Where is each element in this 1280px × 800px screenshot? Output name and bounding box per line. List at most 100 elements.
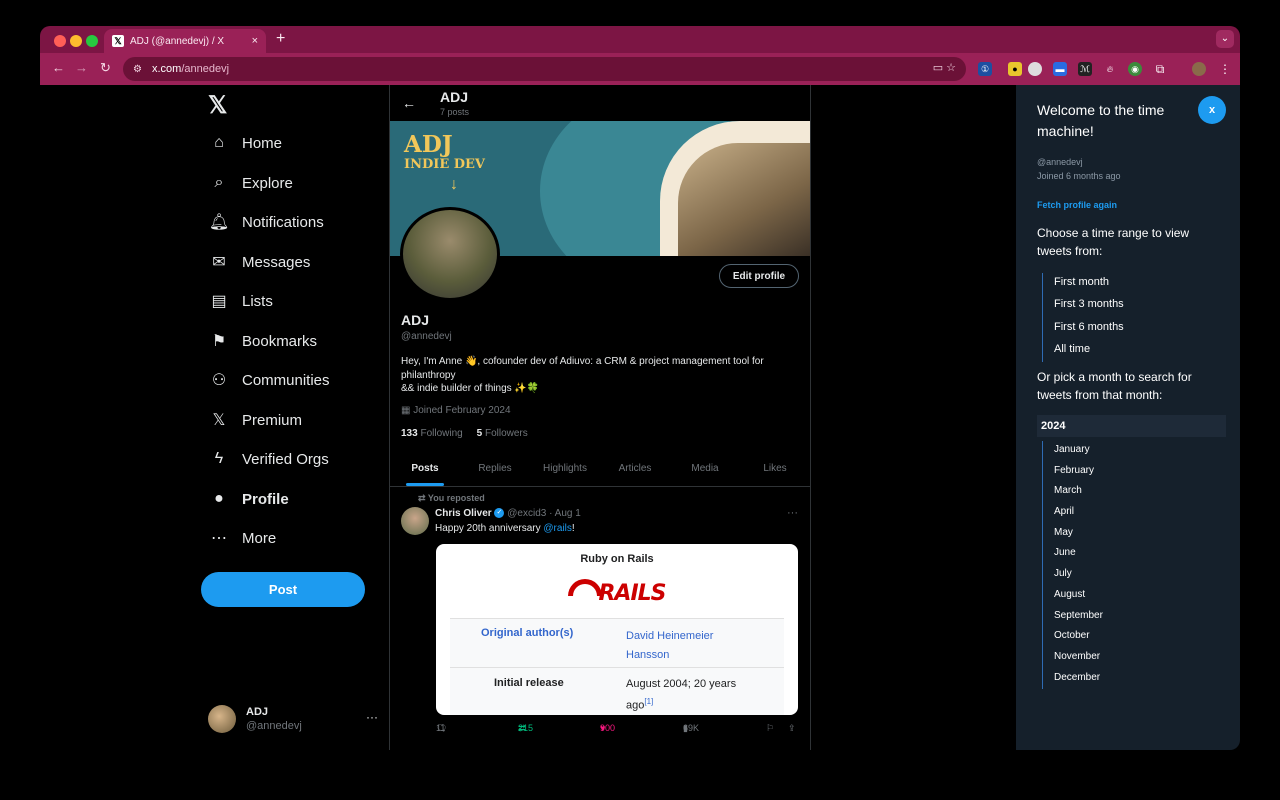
extension-icon[interactable]: ● bbox=[1008, 62, 1022, 76]
range-option[interactable]: First month bbox=[1054, 273, 1124, 295]
tab-search-chevron-icon[interactable]: ⌄ bbox=[1216, 30, 1234, 48]
browser-profile-avatar[interactable] bbox=[1192, 62, 1206, 76]
month-option[interactable]: February bbox=[1054, 462, 1103, 483]
close-window-button[interactable] bbox=[54, 35, 66, 47]
fetch-profile-link[interactable]: Fetch profile again bbox=[1037, 200, 1117, 210]
mention-link[interactable]: @rails bbox=[543, 523, 572, 534]
back-arrow-icon[interactable]: ← bbox=[52, 60, 65, 75]
url-path: /annedevj bbox=[181, 63, 230, 75]
envelope-icon: ✉ bbox=[212, 254, 226, 271]
nav-messages[interactable]: ✉ Messages bbox=[208, 247, 310, 277]
month-list: January February March April May June Ju… bbox=[1042, 441, 1103, 690]
nav-label: Home bbox=[242, 134, 283, 152]
view-count: 69K bbox=[683, 723, 700, 733]
bell-icon: 🔔︎ bbox=[208, 214, 230, 231]
nav-profile[interactable]: ● Profile bbox=[208, 484, 289, 514]
page-content: 𝕏 ⌂ Home ⌕ Explore 🔔︎ Notifications ✉ Messag… bbox=[40, 85, 1240, 750]
browser-window: 𝕏 ADJ (@annedevj) / X × + ⌄ ← → ↻ ⚙ x.co… bbox=[40, 26, 1240, 750]
month-option[interactable]: November bbox=[1054, 648, 1103, 669]
repost-label: You reposted bbox=[427, 493, 485, 503]
month-option[interactable]: December bbox=[1054, 669, 1103, 690]
tweet-author-avatar[interactable] bbox=[401, 507, 429, 535]
profile-avatar[interactable] bbox=[400, 207, 500, 301]
reload-icon[interactable]: ↻ bbox=[100, 60, 111, 76]
address-bar[interactable]: ⚙ x.com/annedevj ▭ ☆ bbox=[123, 57, 966, 81]
tweet-author-handle[interactable]: @excid3 bbox=[507, 508, 546, 519]
tweet-image-card[interactable]: Ruby on Rails RAILS Original author(s) D… bbox=[436, 544, 798, 715]
back-arrow-icon[interactable]: ← bbox=[402, 95, 416, 111]
range-option[interactable]: First 3 months bbox=[1054, 295, 1124, 317]
month-option[interactable]: March bbox=[1054, 482, 1103, 503]
tab-media[interactable]: Media bbox=[670, 455, 740, 486]
tweet-more-icon[interactable]: ··· bbox=[787, 507, 798, 519]
browser-tab[interactable]: 𝕏 ADJ (@annedevj) / X × bbox=[104, 29, 266, 53]
post-button[interactable]: Post bbox=[201, 572, 365, 607]
tab-replies[interactable]: Replies bbox=[460, 455, 530, 486]
extension-blue-icon[interactable]: ▬ bbox=[1053, 62, 1067, 76]
month-option[interactable]: July bbox=[1054, 565, 1103, 586]
year-header[interactable]: 2024 bbox=[1037, 415, 1226, 437]
banner-arrow-icon: ↓ bbox=[450, 176, 458, 193]
ellipsis-icon[interactable]: ··· bbox=[366, 710, 378, 724]
share-icon[interactable]: ⇪ bbox=[788, 723, 796, 734]
search-icon: ⌕ bbox=[214, 174, 224, 191]
card-row-value: David Heinemeier Hansson bbox=[626, 630, 714, 661]
tweet-text-after: ! bbox=[571, 523, 575, 534]
month-option[interactable]: October bbox=[1054, 627, 1103, 648]
range-option[interactable]: First 6 months bbox=[1054, 318, 1124, 340]
forward-arrow-icon[interactable]: → bbox=[75, 60, 88, 75]
tab-bar: 𝕏 ADJ (@annedevj) / X × + ⌄ bbox=[40, 26, 1240, 53]
account-switcher[interactable]: ADJ @annedevj ··· bbox=[208, 705, 378, 735]
tab-close-icon[interactable]: × bbox=[252, 35, 258, 47]
tab-likes[interactable]: Likes bbox=[740, 455, 810, 486]
tweet-date[interactable]: · Aug 1 bbox=[549, 508, 581, 519]
range-option[interactable]: All time bbox=[1054, 340, 1124, 362]
edit-profile-button[interactable]: Edit profile bbox=[719, 264, 799, 288]
extension-dark-icon[interactable]: ℳ bbox=[1078, 62, 1092, 76]
month-option[interactable]: May bbox=[1054, 524, 1103, 545]
nav-lists[interactable]: ▤ Lists bbox=[208, 286, 273, 316]
month-option[interactable]: April bbox=[1054, 503, 1103, 524]
extensions-puzzle-icon[interactable]: ⧉ bbox=[1153, 62, 1167, 76]
nav-verified-orgs[interactable]: ϟ Verified Orgs bbox=[208, 444, 329, 474]
followers-link[interactable]: 5 Followers bbox=[477, 428, 528, 439]
tweet-text: Happy 20th anniversary @rails! bbox=[435, 523, 575, 534]
month-option[interactable]: August bbox=[1054, 586, 1103, 607]
browser-toolbar: ← → ↻ ⚙ x.com/annedevj ▭ ☆ ① ● ▬ ℳ 🔥︎ ◉ … bbox=[40, 53, 1240, 85]
tweet-text-before: Happy 20th anniversary bbox=[435, 523, 544, 534]
tab-posts[interactable]: Posts bbox=[390, 455, 460, 486]
extension-green-icon[interactable]: ◉ bbox=[1128, 62, 1142, 76]
nav-bookmarks[interactable]: ⚑ Bookmarks bbox=[208, 326, 317, 356]
extension-circle-icon[interactable] bbox=[1028, 62, 1042, 76]
site-info-icon[interactable]: ⚙ bbox=[133, 64, 142, 75]
nav-label: Lists bbox=[242, 292, 273, 310]
nav-premium[interactable]: 𝕏 Premium bbox=[208, 405, 302, 435]
following-link[interactable]: 133 Following bbox=[401, 428, 463, 439]
bookmark-icon[interactable]: ⚐ bbox=[766, 723, 774, 734]
month-option[interactable]: June bbox=[1054, 544, 1103, 565]
month-option[interactable]: January bbox=[1054, 441, 1103, 462]
nav-explore[interactable]: ⌕ Explore bbox=[208, 168, 293, 198]
tweet-author-name[interactable]: Chris Oliver bbox=[435, 508, 492, 519]
nav-label: Verified Orgs bbox=[242, 450, 329, 468]
new-tab-button[interactable]: + bbox=[276, 30, 285, 48]
tab-highlights[interactable]: Highlights bbox=[530, 455, 600, 486]
minimize-window-button[interactable] bbox=[70, 35, 82, 47]
x-logo-icon[interactable]: 𝕏 bbox=[208, 91, 227, 120]
nav-more[interactable]: ⋯ More bbox=[208, 523, 276, 553]
month-option[interactable]: September bbox=[1054, 607, 1103, 628]
zoom-window-button[interactable] bbox=[86, 35, 98, 47]
nav-communities[interactable]: ⚇ Communities bbox=[208, 365, 330, 395]
card-reference: [1] bbox=[644, 697, 654, 706]
extension-flame-icon[interactable]: 🔥︎ bbox=[1103, 62, 1117, 76]
bio-line: Hey, I'm Anne 👋, cofounder dev of Adiuvo… bbox=[401, 356, 764, 381]
password-manager-extension-icon[interactable]: ① bbox=[978, 62, 992, 76]
bookmark-star-icon[interactable]: ▭ ☆ bbox=[933, 61, 956, 74]
repost-icon: ⇄ bbox=[418, 493, 428, 503]
nav-home[interactable]: ⌂ Home bbox=[208, 128, 282, 158]
nav-notifications[interactable]: 🔔︎ Notifications bbox=[208, 207, 324, 237]
panel-close-button[interactable]: x bbox=[1198, 96, 1226, 124]
browser-menu-kebab-icon[interactable]: ⋮ bbox=[1218, 62, 1232, 76]
tab-articles[interactable]: Articles bbox=[600, 455, 670, 486]
nav-label: Communities bbox=[242, 371, 330, 389]
